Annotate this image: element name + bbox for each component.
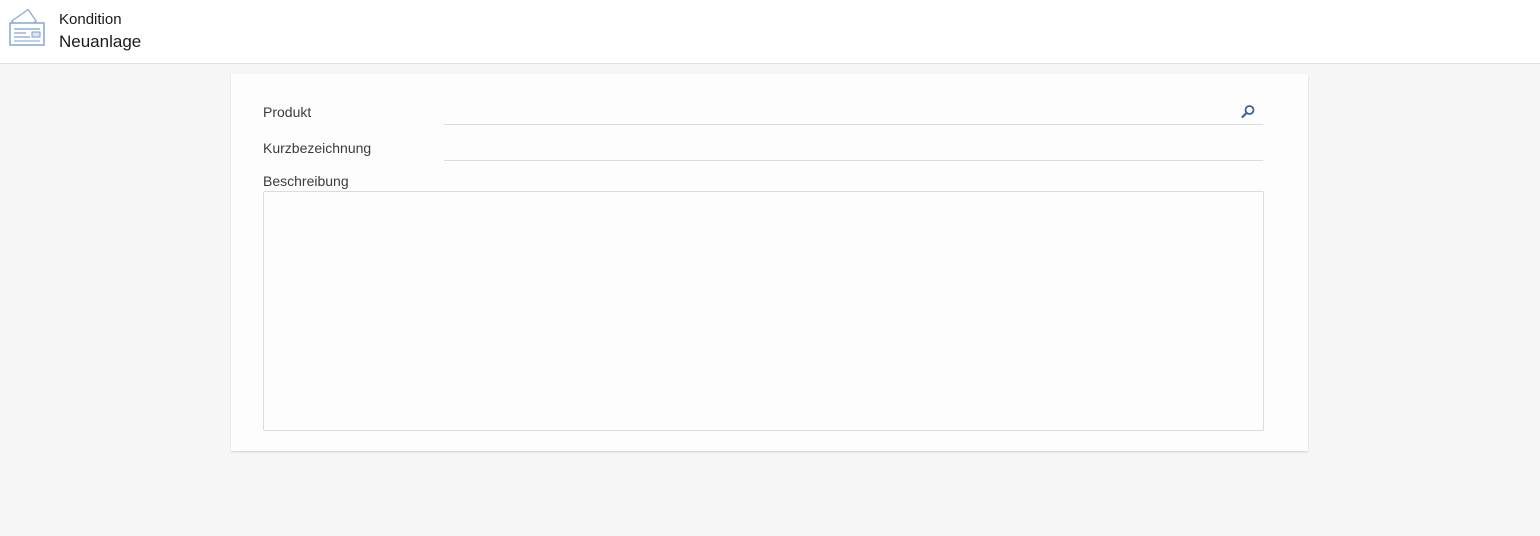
beschreibung-textarea[interactable] xyxy=(263,191,1264,431)
page-title: Neuanlage xyxy=(59,32,142,51)
app-header: Kondition Neuanlage xyxy=(0,0,1540,64)
kurzbezeichnung-label: Kurzbezeichnung xyxy=(263,140,372,156)
form-card: Produkt Kurzbezeichnung Beschreibung xyxy=(231,74,1308,451)
header-subtitle: Kondition xyxy=(59,11,122,28)
produkt-input[interactable] xyxy=(444,100,1234,122)
search-icon[interactable] xyxy=(1240,104,1256,120)
kurzbezeichnung-input[interactable] xyxy=(444,136,1234,158)
beschreibung-label: Beschreibung xyxy=(263,173,349,189)
produkt-underline xyxy=(444,124,1263,125)
document-card-icon xyxy=(9,9,45,46)
kurzbezeichnung-underline xyxy=(444,160,1263,161)
produkt-label: Produkt xyxy=(263,104,312,120)
